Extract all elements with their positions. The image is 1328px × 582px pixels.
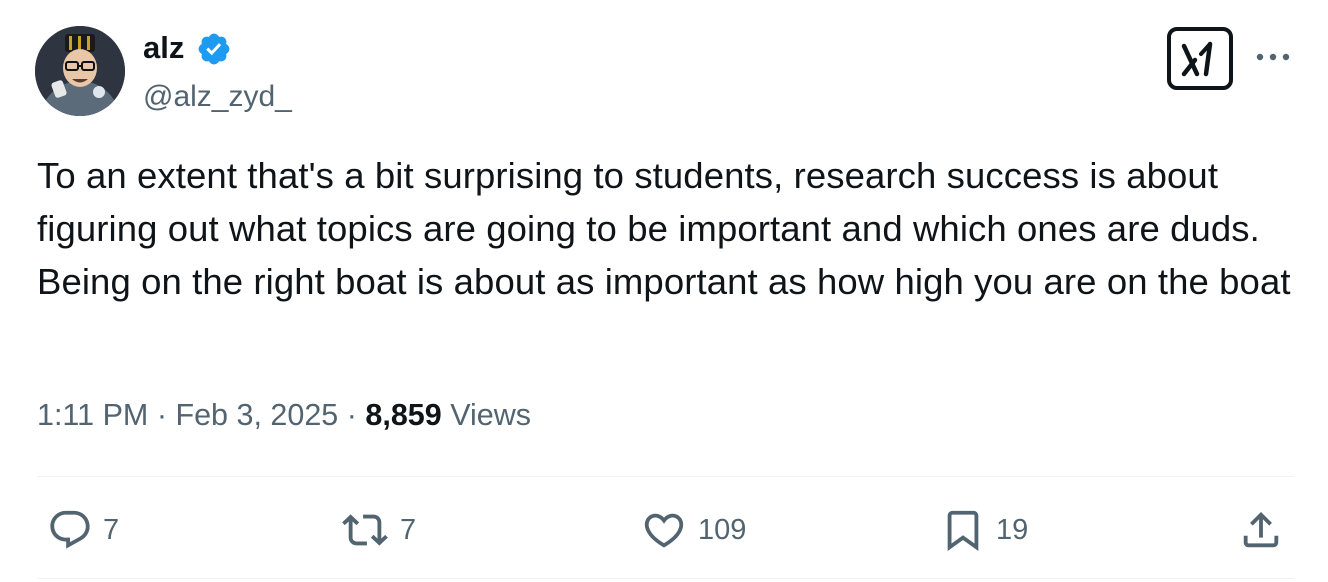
grok-button[interactable] bbox=[1167, 27, 1233, 90]
share-button[interactable] bbox=[1238, 504, 1284, 556]
divider-bottom bbox=[37, 578, 1294, 579]
bookmark-count: 19 bbox=[996, 513, 1029, 546]
tweet-date[interactable]: Feb 3, 2025 bbox=[175, 398, 338, 432]
author-handle[interactable]: @alz_zyd_ bbox=[143, 80, 292, 114]
like-icon bbox=[644, 513, 684, 548]
retweet-icon bbox=[342, 514, 388, 546]
tweet-meta: 1:11 PM · Feb 3, 2025 · 8,859 Views bbox=[37, 398, 531, 433]
grok-icon bbox=[1181, 41, 1213, 76]
meta-separator: · bbox=[346, 398, 357, 432]
avatar[interactable] bbox=[35, 26, 125, 116]
divider-top bbox=[37, 476, 1294, 477]
views-count: 8,859 bbox=[365, 398, 442, 432]
reply-button[interactable]: 7 bbox=[47, 504, 119, 556]
tweet-text: To an extent that's a bit surprising to … bbox=[37, 155, 1291, 302]
tweet-time[interactable]: 1:11 PM bbox=[37, 398, 148, 432]
retweet-button[interactable]: 7 bbox=[340, 504, 416, 556]
reply-count: 7 bbox=[103, 513, 120, 546]
retweet-count: 7 bbox=[400, 513, 417, 546]
more-options-button[interactable] bbox=[1252, 42, 1294, 72]
views-label: Views bbox=[450, 398, 532, 432]
author-name[interactable]: alz bbox=[143, 30, 184, 66]
verified-badge-icon bbox=[198, 33, 230, 65]
like-button[interactable]: 109 bbox=[640, 504, 746, 556]
meta-separator: · bbox=[156, 398, 167, 432]
bookmark-icon bbox=[947, 510, 979, 551]
reply-icon bbox=[50, 510, 90, 549]
like-count: 109 bbox=[698, 513, 747, 546]
bookmark-button[interactable]: 19 bbox=[940, 504, 1028, 556]
avatar-image bbox=[35, 26, 125, 116]
share-icon bbox=[1243, 511, 1279, 548]
more-icon bbox=[1256, 53, 1290, 61]
